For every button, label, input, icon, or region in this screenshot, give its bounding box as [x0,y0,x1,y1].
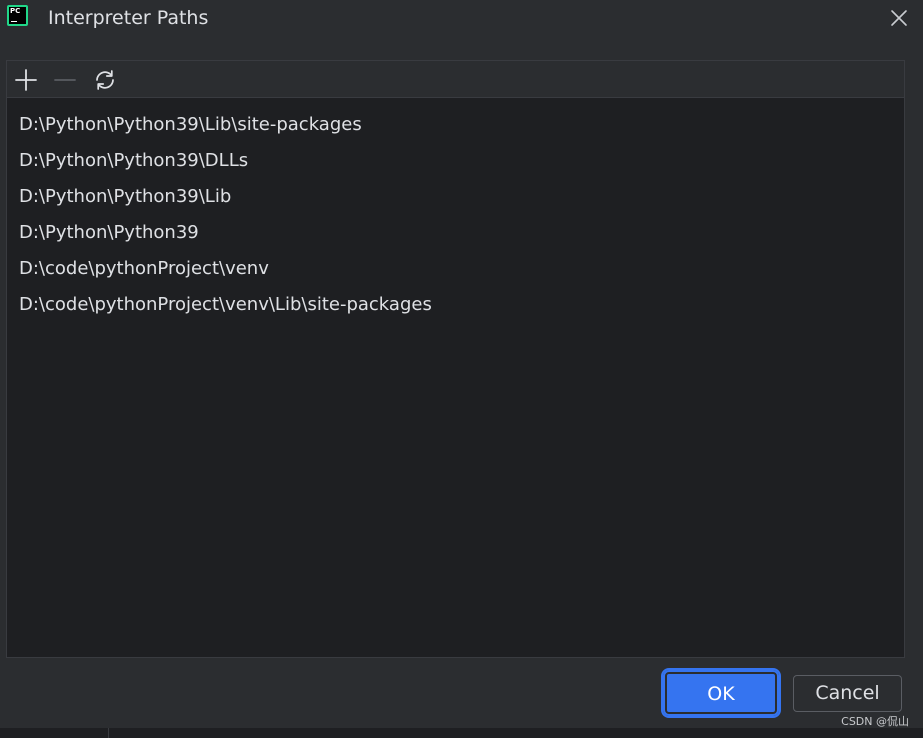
remove-path-button[interactable] [52,67,78,93]
watermark: CSDN @侃山 [841,715,909,728]
minus-icon [54,79,76,81]
close-icon[interactable] [889,8,909,28]
paths-panel: D:\Python\Python39\Lib\site-packages D:\… [6,60,905,658]
list-item[interactable]: D:\Python\Python39 [7,215,904,251]
list-item[interactable]: D:\code\pythonProject\venv [7,251,904,287]
add-path-button[interactable] [13,67,39,93]
list-item[interactable]: D:\Python\Python39\Lib [7,179,904,215]
bottom-strip [0,728,923,738]
logo-text: PC [10,7,21,15]
plus-icon [15,69,37,91]
interpreter-path-list: D:\Python\Python39\Lib\site-packages D:\… [7,98,904,323]
list-item[interactable]: D:\Python\Python39\DLLs [7,143,904,179]
window-title: Interpreter Paths [48,7,209,29]
paths-toolbar [7,61,904,98]
title-bar: PC Interpreter Paths [0,0,923,36]
ok-button[interactable]: OK [663,670,779,716]
list-item[interactable]: D:\Python\Python39\Lib\site-packages [7,107,904,143]
list-item[interactable]: D:\code\pythonProject\venv\Lib\site-pack… [7,287,904,323]
cancel-button[interactable]: Cancel [793,675,902,712]
reload-paths-button[interactable] [92,67,118,93]
interpreter-paths-dialog: PC Interpreter Paths D:\Python\Python39\… [0,0,923,738]
pycharm-logo-icon: PC [7,5,28,26]
reload-icon [96,70,114,90]
